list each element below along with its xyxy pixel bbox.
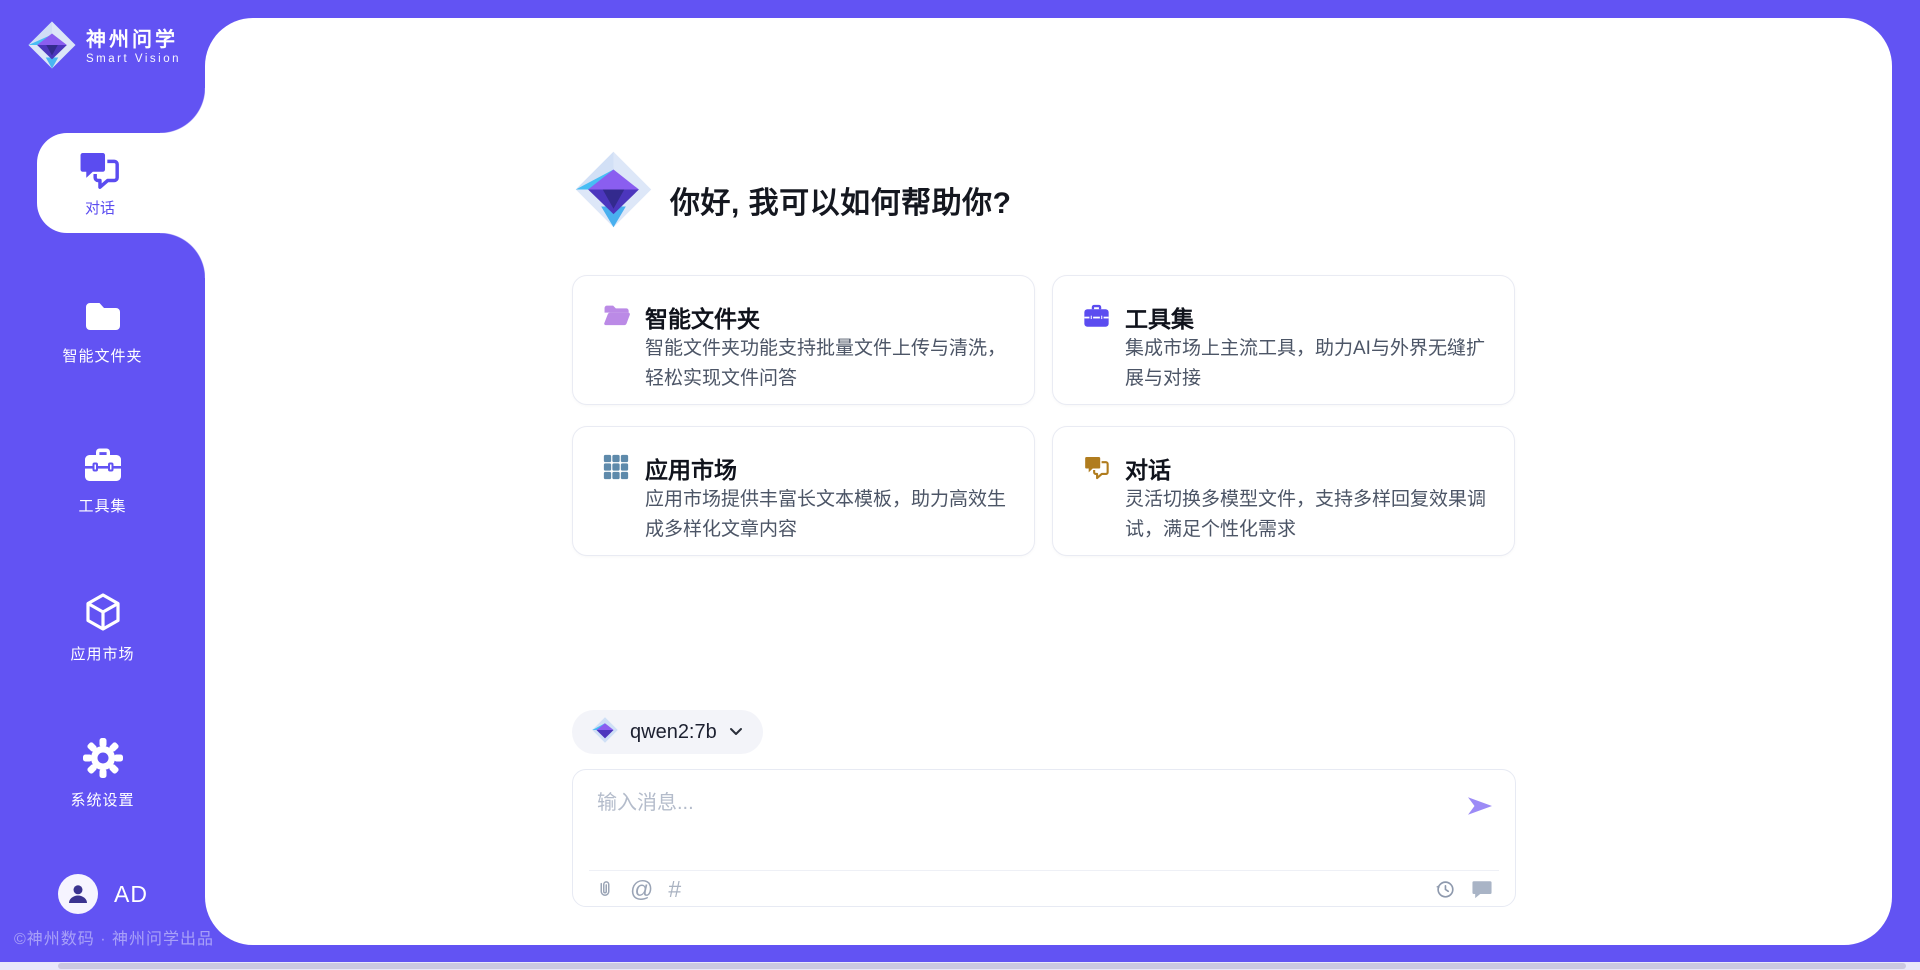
topic-icon[interactable]: # xyxy=(668,878,681,901)
user-initials: AD xyxy=(114,881,148,908)
folder-open-icon xyxy=(603,303,631,332)
tab-fillet-top xyxy=(160,88,205,133)
brand-diamond-icon xyxy=(28,21,76,74)
sidebar-item-label: 系统设置 xyxy=(70,789,134,810)
sidebar-item-toolset[interactable]: 工具集 xyxy=(0,446,205,516)
composer-divider xyxy=(589,870,1499,871)
feature-card-smart-folder[interactable]: 智能文件夹 智能文件夹功能支持批量文件上传与清洗，轻松实现文件问答 xyxy=(572,275,1035,405)
avatar xyxy=(58,874,98,914)
scrollbar-thumb[interactable] xyxy=(58,963,1906,969)
card-title: 工具集 xyxy=(1125,300,1194,334)
cube-icon xyxy=(83,592,123,637)
sidebar-item-app-market[interactable]: 应用市场 xyxy=(0,592,205,664)
card-title: 应用市场 xyxy=(645,451,737,485)
history-icon[interactable] xyxy=(1434,878,1456,900)
user-account[interactable]: AD xyxy=(58,874,148,914)
card-description: 智能文件夹功能支持批量文件上传与清洗，轻松实现文件问答 xyxy=(645,334,1012,394)
sidebar-item-label: 应用市场 xyxy=(70,643,134,664)
mention-icon[interactable]: @ xyxy=(630,878,653,901)
sidebar-item-label: 对话 xyxy=(37,197,163,218)
sidebar-item-smart-folder[interactable]: 智能文件夹 xyxy=(0,298,205,366)
brand-subtitle: Smart Vision xyxy=(86,52,181,67)
brand-name: 神州问学 xyxy=(86,28,181,52)
card-description: 应用市场提供丰富长文本模板，助力高效生成多样化文章内容 xyxy=(645,485,1012,545)
model-diamond-icon xyxy=(592,717,618,748)
gear-icon xyxy=(83,738,123,783)
chevron-down-icon xyxy=(729,723,743,741)
sidebar-item-settings[interactable]: 系统设置 xyxy=(0,738,205,810)
conversation-icon[interactable] xyxy=(1471,879,1493,899)
feature-card-toolset[interactable]: 工具集 集成市场上主流工具，助力AI与外界无缝扩展与对接 xyxy=(1052,275,1515,405)
sidebar-item-chat[interactable]: 对话 xyxy=(37,133,205,233)
toolbox-icon xyxy=(1083,303,1110,334)
brand-logo: 神州问学 Smart Vision xyxy=(28,21,181,74)
card-title: 对话 xyxy=(1125,451,1171,485)
attach-icon[interactable] xyxy=(595,878,615,900)
greeting-title: 你好, 我可以如何帮助你? xyxy=(670,178,1012,222)
model-name: qwen2:7b xyxy=(630,721,717,744)
copyright-text: ©神州数码 · 神州问学出品 xyxy=(14,925,214,949)
tab-fillet-bottom xyxy=(160,233,205,278)
folder-icon xyxy=(83,298,123,339)
card-description: 集成市场上主流工具，助力AI与外界无缝扩展与对接 xyxy=(1125,334,1492,394)
toolbox-icon xyxy=(83,446,123,489)
card-description: 灵活切换多模型文件，支持多样回复效果调试，满足个性化需求 xyxy=(1125,485,1492,545)
send-icon[interactable] xyxy=(1467,796,1493,821)
feature-card-app-market[interactable]: 应用市场 应用市场提供丰富长文本模板，助力高效生成多样化文章内容 xyxy=(572,426,1035,556)
model-selector[interactable]: qwen2:7b xyxy=(572,710,763,754)
chat-icon xyxy=(77,148,121,197)
card-title: 智能文件夹 xyxy=(645,300,760,334)
chat-icon xyxy=(1083,454,1110,486)
feature-card-chat[interactable]: 对话 灵活切换多模型文件，支持多样回复效果调试，满足个性化需求 xyxy=(1052,426,1515,556)
hero-diamond-icon xyxy=(575,151,652,233)
sidebar-item-label: 智能文件夹 xyxy=(62,345,142,366)
message-composer: @ # xyxy=(572,769,1516,907)
app-grid-icon xyxy=(603,454,629,485)
app-root: 神州问学 Smart Vision 对话 智能文件夹 xyxy=(0,0,1920,970)
sidebar-item-label: 工具集 xyxy=(78,495,126,516)
message-input[interactable] xyxy=(597,786,1457,846)
